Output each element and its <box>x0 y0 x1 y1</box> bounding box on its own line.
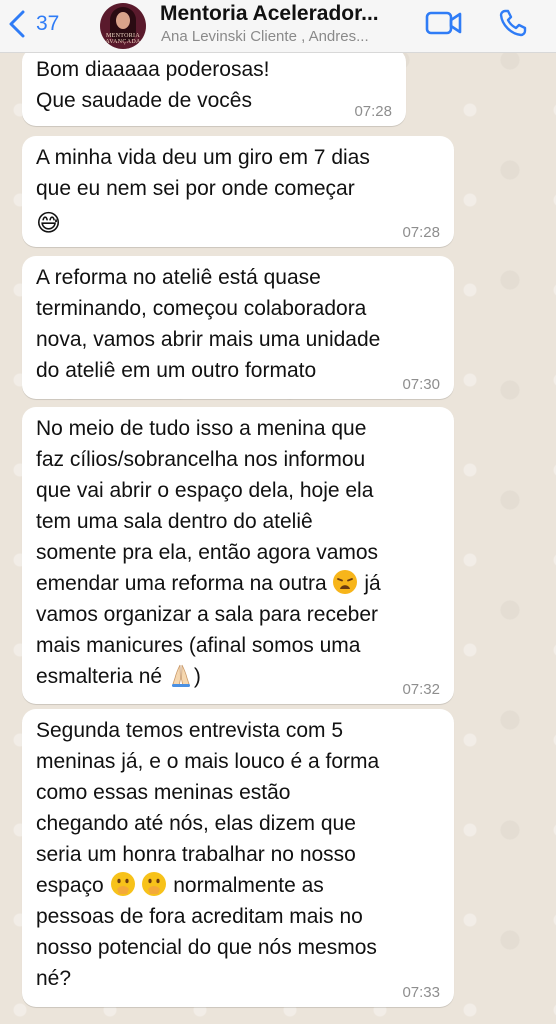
phone-call-icon[interactable] <box>498 8 528 38</box>
back-button[interactable]: 37 <box>8 8 59 40</box>
chat-participants[interactable]: Ana Levinski Cliente , Andres... <box>161 28 411 45</box>
weary-face-emoji-icon <box>333 570 358 594</box>
chat-header: 37 MENTORIA AVANÇADA Mentoria Acelerador.… <box>0 0 556 53</box>
unread-count: 37 <box>36 12 60 35</box>
message-bubble[interactable]: A minha vida deu um giro em 7 dias que e… <box>22 136 454 247</box>
chevron-left-icon <box>9 10 25 38</box>
message-bubble[interactable]: Segunda temos entrevista com 5 meninas j… <box>22 709 454 1007</box>
message-text: Bom diaaaaa poderosas! Que saudade de vo… <box>36 58 270 112</box>
group-avatar[interactable]: MENTORIA AVANÇADA <box>100 3 146 49</box>
hand-over-mouth-emoji-icon <box>110 872 135 896</box>
message-bubble[interactable]: No meio de tudo isso a menina que faz cí… <box>22 407 454 704</box>
grinning-sweat-emoji-icon: 😅 <box>36 210 62 237</box>
message-time: 07:32 <box>402 681 440 698</box>
message-bubble[interactable]: A reforma no ateliê está quase terminand… <box>22 256 454 399</box>
message-text: A reforma no ateliê está quase terminand… <box>36 266 381 382</box>
message-text: Segunda temos entrevista com 5 meninas j… <box>36 719 380 897</box>
folded-hands-emoji-icon <box>171 664 190 687</box>
message-time: 07:33 <box>402 984 440 1001</box>
message-time: 07:30 <box>402 376 440 393</box>
message-bubble[interactable]: Bom diaaaaa poderosas! Que saudade de vo… <box>22 48 406 126</box>
message-text: No meio de tudo isso a menina que faz cí… <box>36 417 379 595</box>
message-time: 07:28 <box>402 224 440 241</box>
message-text: A minha vida deu um giro em 7 dias que e… <box>36 146 370 200</box>
message-time: 07:28 <box>354 103 392 120</box>
chat-title[interactable]: Mentoria Acelerador... <box>160 2 410 26</box>
video-call-icon[interactable] <box>425 9 463 37</box>
message-list[interactable]: Bom diaaaaa poderosas! Que saudade de vo… <box>0 48 556 1024</box>
hand-over-mouth-emoji-icon <box>142 872 167 896</box>
avatar-logo-text: MENTORIA AVANÇADA <box>105 33 141 45</box>
